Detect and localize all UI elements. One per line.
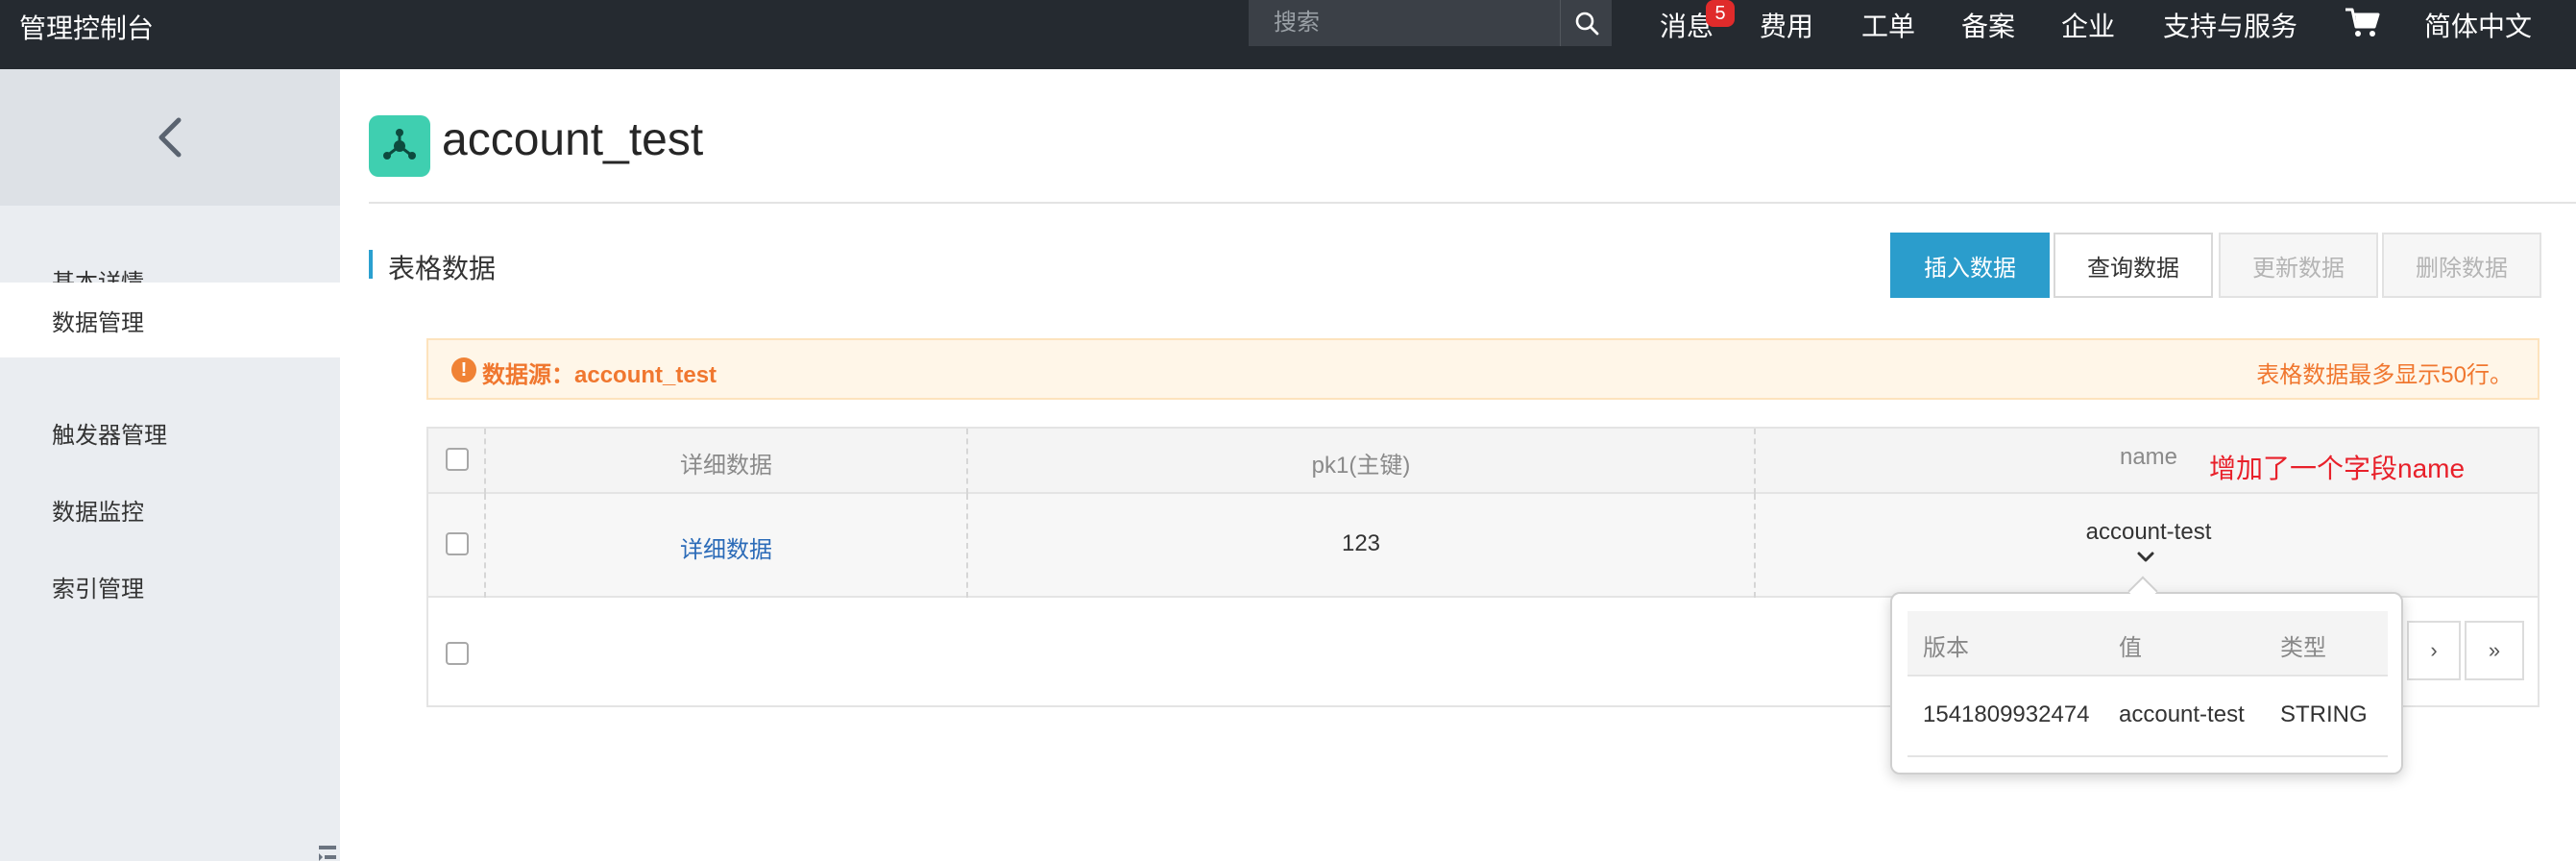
section-accent-bar: [369, 250, 373, 279]
console-title[interactable]: 管理控制台: [19, 8, 154, 46]
type-cell: STRING: [2280, 701, 2368, 727]
nav-tickets[interactable]: 工单: [1861, 6, 1915, 44]
sidebar-item-label: 数据监控: [52, 499, 144, 526]
search-input[interactable]: [1249, 0, 1558, 46]
query-data-button[interactable]: 查询数据: [2054, 233, 2213, 298]
annotation-text: 增加了一个字段name: [2209, 454, 2466, 483]
nav-enterprise[interactable]: 企业: [2061, 6, 2115, 44]
sidebar-item-label: 触发器管理: [52, 422, 167, 449]
insert-data-button[interactable]: 插入数据: [1890, 233, 2050, 298]
datasource-notice: ! 数据源：account_test 表格数据最多显示50行。: [426, 338, 2540, 400]
sidebar-item-data-management[interactable]: 数据管理: [0, 283, 340, 357]
sidebar-item-trigger-management[interactable]: 触发器管理: [0, 395, 340, 470]
sidebar-toggle[interactable]: [313, 838, 340, 861]
warning-icon: !: [451, 357, 476, 382]
pagination-next[interactable]: ›: [2407, 621, 2461, 680]
column-header-pk1: pk1(主键): [1311, 453, 1411, 479]
version-popover: 版本 值 类型 1541809932474 account-test STRIN…: [1890, 592, 2403, 775]
detail-data-link[interactable]: 详细数据: [486, 530, 966, 564]
popover-column-version: 版本: [1923, 635, 1969, 661]
top-navbar: 管理控制台 消息 5 费用 工单 备案 企业 支持与服务 简体中文: [0, 0, 2576, 69]
chevron-down-icon[interactable]: [2134, 550, 2157, 565]
app-icon: [369, 115, 430, 177]
cart-icon: [2345, 8, 2380, 37]
collapse-menu-icon: [319, 846, 336, 861]
row-checkbox[interactable]: [446, 532, 469, 555]
messages-badge: 5: [1706, 0, 1735, 27]
version-cell: 1541809932474: [1923, 701, 2090, 727]
page-title: account_test: [442, 114, 704, 165]
nav-language[interactable]: 简体中文: [2424, 6, 2532, 44]
sidebar-item-label: 索引管理: [52, 576, 144, 603]
column-divider: [1754, 494, 1756, 598]
nav-billing[interactable]: 费用: [1760, 6, 1813, 44]
section-title: 表格数据: [388, 254, 497, 283]
footer-select-checkbox[interactable]: [446, 642, 469, 665]
title-divider: [369, 202, 2576, 204]
network-node-icon: [383, 129, 416, 160]
nav-support[interactable]: 支持与服务: [2163, 6, 2297, 44]
table-row: 详细数据 123 account-test: [428, 494, 2538, 598]
row-limit-text: 表格数据最多显示50行。: [2256, 362, 2513, 388]
sidebar-item-index-management[interactable]: 索引管理: [0, 549, 340, 624]
cart-button[interactable]: [2344, 6, 2382, 40]
select-all-checkbox[interactable]: [446, 448, 469, 471]
delete-data-button[interactable]: 删除数据: [2382, 233, 2541, 298]
popover-column-type: 类型: [2280, 635, 2326, 661]
value-cell: account-test: [2119, 701, 2245, 727]
name-cell[interactable]: account-test: [1756, 519, 2541, 546]
search-icon: [1575, 12, 1598, 36]
popover-header: 版本 值 类型: [1908, 611, 2388, 676]
column-header-detail: 详细数据: [680, 453, 772, 479]
sidebar-item-label: 数据管理: [52, 309, 144, 336]
datasource-text: 数据源：account_test: [482, 362, 717, 388]
pk1-cell: 123: [1341, 530, 1381, 556]
back-button[interactable]: [0, 69, 340, 206]
popover-row: 1541809932474 account-test STRING: [1908, 676, 2388, 757]
search-button[interactable]: [1560, 0, 1612, 46]
pagination-last[interactable]: »: [2465, 621, 2524, 680]
chevron-left-icon: [158, 117, 182, 158]
popover-column-value: 值: [2119, 635, 2142, 661]
sidebar: 基本详情 数据管理 触发器管理 数据监控 索引管理: [0, 69, 340, 861]
search-box: [1249, 0, 1612, 46]
sidebar-item-data-monitoring[interactable]: 数据监控: [0, 472, 340, 547]
nav-icp[interactable]: 备案: [1961, 6, 2015, 44]
update-data-button[interactable]: 更新数据: [2219, 233, 2378, 298]
